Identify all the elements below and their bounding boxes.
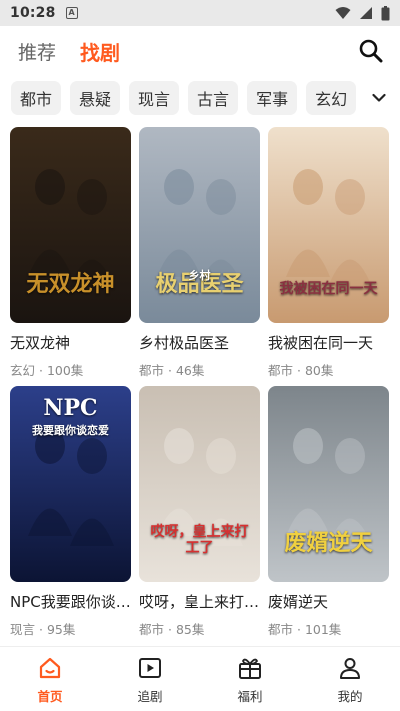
nav-home[interactable]: 首页 bbox=[0, 647, 100, 711]
category-chip[interactable]: 现言 bbox=[129, 81, 180, 115]
drama-title: 乡村极品医圣 bbox=[139, 334, 230, 352]
poster-title: 无双龙神 bbox=[26, 270, 115, 297]
poster-subtitle: 我要跟你谈恋爱 bbox=[32, 424, 109, 437]
drama-genre: 都市 bbox=[139, 363, 165, 378]
drama-title: 废婿逆天 bbox=[268, 593, 329, 611]
drama-meta: 玄幻 · 100集 bbox=[10, 360, 131, 379]
drama-poster[interactable]: 废婿逆天 bbox=[268, 386, 389, 582]
category-chip[interactable]: 悬疑 bbox=[70, 81, 121, 115]
nav-follow[interactable]: 追剧 bbox=[100, 647, 200, 711]
drama-episodes: 95集 bbox=[46, 622, 76, 637]
drama-card[interactable]: 极品医圣 乡村 乡村极品医圣 都市 · 46集 bbox=[139, 127, 260, 386]
status-bar: 10:28 A bbox=[0, 0, 400, 26]
category-expand[interactable] bbox=[356, 76, 400, 120]
category-row: 都市 悬疑 现言 古言 军事 玄幻 bbox=[0, 76, 400, 120]
notification-icon: A bbox=[65, 7, 78, 19]
status-time: 10:28 bbox=[10, 5, 56, 21]
drama-title: 无双龙神 bbox=[10, 334, 71, 352]
drama-poster[interactable]: 极品医圣 乡村 bbox=[139, 127, 260, 323]
drama-poster[interactable]: 无双龙神 bbox=[10, 127, 131, 323]
drama-episodes: 85集 bbox=[175, 622, 205, 637]
drama-episodes: 100集 bbox=[46, 363, 84, 378]
status-indicators bbox=[335, 0, 390, 26]
drama-card[interactable]: 无双龙神 无双龙神 玄幻 · 100集 bbox=[10, 127, 131, 386]
drama-poster[interactable]: 哎呀，皇上来打工了 bbox=[139, 386, 260, 582]
meta-separator: · bbox=[293, 622, 305, 637]
nav-welfare-label: 福利 bbox=[237, 689, 263, 704]
drama-poster[interactable]: NPC 我要跟你谈恋爱 bbox=[10, 386, 131, 582]
meta-separator: · bbox=[35, 363, 47, 378]
poster-title: NPC bbox=[43, 395, 98, 421]
drama-poster[interactable]: 我被困在同一天 bbox=[268, 127, 389, 323]
chevron-down-icon[interactable] bbox=[372, 93, 386, 103]
drama-title: 我被困在同一天 bbox=[268, 334, 374, 352]
drama-meta: 都市 · 85集 bbox=[139, 619, 260, 638]
drama-episodes: 46集 bbox=[175, 363, 205, 378]
drama-meta: 都市 · 101集 bbox=[268, 619, 389, 638]
tab-recommend[interactable]: 推荐 bbox=[18, 38, 56, 65]
meta-separator: · bbox=[293, 363, 305, 378]
nav-mine-label: 我的 bbox=[337, 689, 363, 704]
signal-icon bbox=[360, 7, 372, 19]
bottom-nav: 首页 追剧 福利 我的 bbox=[0, 646, 400, 711]
search-icon[interactable] bbox=[358, 38, 384, 64]
drama-meta: 都市 · 46集 bbox=[139, 360, 260, 379]
category-chip[interactable]: 都市 bbox=[11, 81, 62, 115]
tab-find-drama[interactable]: 找剧 bbox=[80, 37, 120, 66]
meta-separator: · bbox=[164, 363, 176, 378]
play-icon bbox=[139, 658, 161, 678]
poster-title: 哎呀，皇上来打工了 bbox=[150, 523, 249, 556]
drama-genre: 都市 bbox=[139, 622, 165, 637]
drama-genre: 玄幻 bbox=[10, 363, 36, 378]
drama-meta: 都市 · 80集 bbox=[268, 360, 389, 379]
poster-subtitle: 乡村 bbox=[188, 269, 211, 282]
battery-icon bbox=[381, 5, 390, 20]
poster-title: 废婿逆天 bbox=[284, 529, 373, 556]
nav-mine[interactable]: 我的 bbox=[300, 647, 400, 711]
drama-genre: 现言 bbox=[10, 622, 36, 637]
category-chip[interactable]: 古言 bbox=[188, 81, 239, 115]
meta-separator: · bbox=[164, 622, 176, 637]
drama-episodes: 101集 bbox=[304, 622, 342, 637]
category-chip[interactable]: 玄幻 bbox=[306, 81, 357, 115]
drama-genre: 都市 bbox=[268, 622, 294, 637]
drama-title: 哎呀，皇上来打工了 bbox=[139, 593, 260, 611]
drama-genre: 都市 bbox=[268, 363, 294, 378]
gift-icon bbox=[239, 658, 261, 679]
top-nav: 推荐 找剧 bbox=[0, 26, 400, 76]
drama-grid: 无双龙神 无双龙神 玄幻 · 100集 极品医圣 乡村 乡村极品医圣 都市 · 46集 我被困… bbox=[10, 127, 390, 645]
meta-separator: · bbox=[35, 622, 47, 637]
drama-card[interactable]: NPC我要跟你谈恋爱NPC我要跟你谈恋爱现言 · 95集 bbox=[10, 386, 131, 645]
drama-card[interactable]: 哎呀，皇上来打工了哎呀，皇上来打工了都市 · 85集 bbox=[139, 386, 260, 645]
poster-title: 我被困在同一天 bbox=[279, 280, 378, 297]
nav-home-label: 首页 bbox=[37, 689, 63, 704]
nav-follow-label: 追剧 bbox=[137, 689, 163, 704]
drama-title: NPC我要跟你谈恋爱 bbox=[10, 593, 131, 611]
nav-welfare[interactable]: 福利 bbox=[200, 647, 300, 711]
home-icon bbox=[39, 657, 61, 679]
drama-meta: 现言 · 95集 bbox=[10, 619, 131, 638]
drama-card[interactable]: 我被困在同一天 我被困在同一天 都市 · 80集 bbox=[268, 127, 389, 386]
drama-card[interactable]: 废婿逆天 废婿逆天 都市 · 101集 bbox=[268, 386, 389, 645]
user-icon bbox=[340, 658, 360, 679]
wifi-icon bbox=[335, 7, 351, 19]
drama-episodes: 80集 bbox=[304, 363, 334, 378]
category-chip[interactable]: 军事 bbox=[247, 81, 298, 115]
